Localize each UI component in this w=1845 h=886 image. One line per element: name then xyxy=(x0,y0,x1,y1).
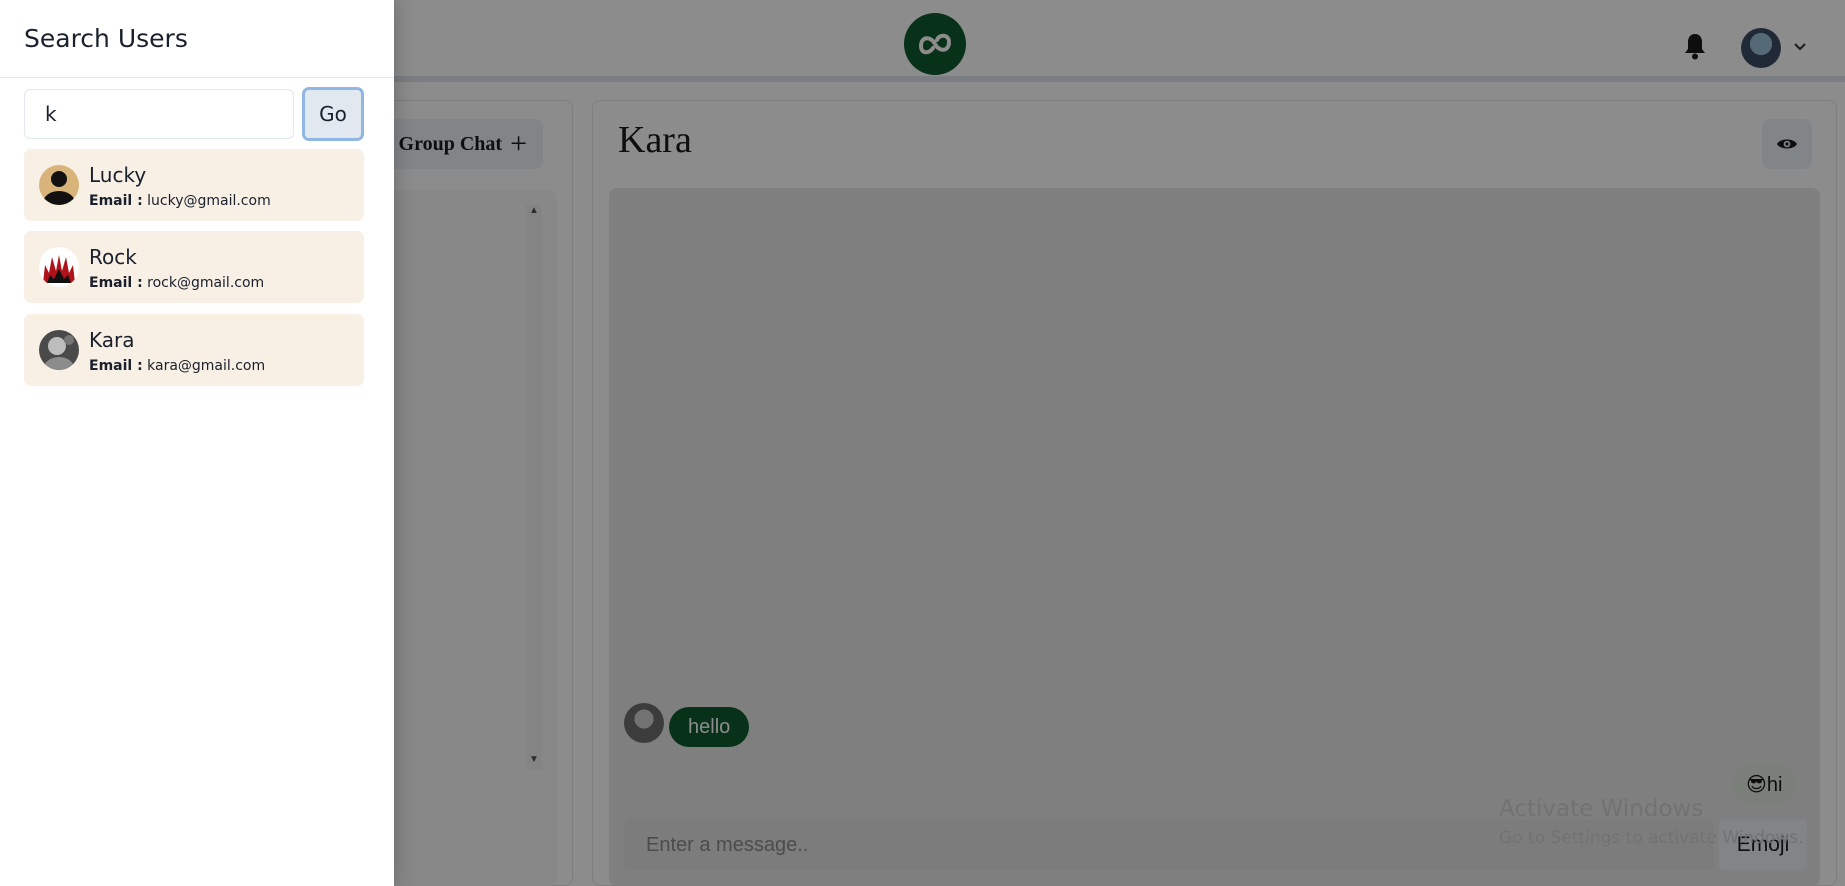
search-input[interactable] xyxy=(24,89,294,139)
user-result-item[interactable]: Rock Email : rock@gmail.com xyxy=(24,231,364,303)
user-avatar xyxy=(39,330,79,370)
user-result-item[interactable]: Kara Email : kara@gmail.com xyxy=(24,314,364,386)
user-email: Email : lucky@gmail.com xyxy=(89,193,271,209)
user-email: Email : rock@gmail.com xyxy=(89,275,264,291)
user-email: Email : kara@gmail.com xyxy=(89,358,265,374)
user-result-item[interactable]: Lucky Email : lucky@gmail.com xyxy=(24,149,364,221)
user-avatar xyxy=(39,247,79,287)
search-users-drawer: Search Users Go Lucky Email : lucky@gmai… xyxy=(0,0,394,886)
go-button[interactable]: Go xyxy=(302,87,364,141)
email-value: kara@gmail.com xyxy=(147,358,266,374)
search-row: Go xyxy=(24,87,366,141)
email-label: Email : xyxy=(89,358,143,374)
user-name: Rock xyxy=(89,245,137,269)
user-name: Lucky xyxy=(89,163,147,187)
silhouette-avatar-icon xyxy=(39,165,79,205)
email-label: Email : xyxy=(89,275,143,291)
email-value: lucky@gmail.com xyxy=(147,193,271,209)
email-label: Email : xyxy=(89,193,143,209)
user-name: Kara xyxy=(89,328,135,352)
email-value: rock@gmail.com xyxy=(147,275,265,291)
user-avatar xyxy=(39,165,79,205)
grayscale-photo-avatar-icon xyxy=(39,330,79,370)
drawer-title: Search Users xyxy=(0,0,394,78)
red-flames-avatar-icon xyxy=(39,247,79,287)
